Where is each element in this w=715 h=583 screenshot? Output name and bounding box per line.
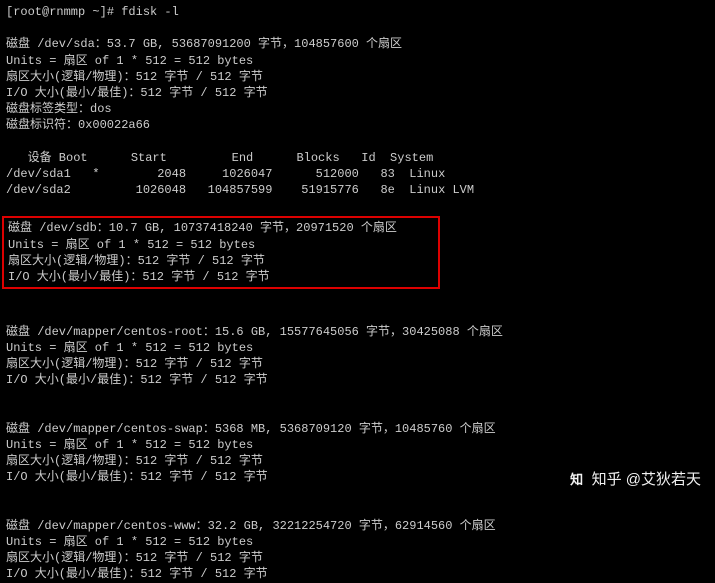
disk-sector-size: 扇区大小(逻辑/物理)：512 字节 / 512 字节: [6, 550, 709, 566]
highlighted-disk-sdb: 磁盘 /dev/sdb：10.7 GB, 10737418240 字节，2097…: [2, 216, 440, 289]
disk-header: 磁盘 /dev/sdb：10.7 GB, 10737418240 字节，2097…: [8, 220, 434, 236]
disk-header: 磁盘 /dev/mapper/centos-root：15.6 GB, 1557…: [6, 324, 709, 340]
disk-block-mapper-root: 磁盘 /dev/mapper/centos-root：15.6 GB, 1557…: [6, 324, 709, 389]
blank-line: [6, 20, 709, 36]
disk-block-mapper-www: 磁盘 /dev/mapper/centos-www：32.2 GB, 32212…: [6, 518, 709, 583]
shell-prompt: [root@rnmmp ~]# fdisk -l: [6, 4, 709, 20]
partition-table: 设备 Boot Start End Blocks Id System /dev/…: [6, 150, 709, 199]
disk-header: 磁盘 /dev/sda：53.7 GB, 53687091200 字节，1048…: [6, 36, 709, 52]
blank-line: [6, 198, 709, 214]
disk-header: 磁盘 /dev/mapper/centos-swap：5368 MB, 5368…: [6, 421, 709, 437]
disk-sector-size: 扇区大小(逻辑/物理)：512 字节 / 512 字节: [6, 356, 709, 372]
blank-line: [6, 307, 709, 323]
blank-line: [6, 405, 709, 421]
disk-sector-size: 扇区大小(逻辑/物理)：512 字节 / 512 字节: [6, 69, 709, 85]
watermark: 知 知乎 @艾狄若天: [568, 470, 701, 490]
blank-line: [6, 388, 709, 404]
disk-units: Units = 扇区 of 1 * 512 = 512 bytes: [6, 534, 709, 550]
disk-units: Units = 扇区 of 1 * 512 = 512 bytes: [6, 53, 709, 69]
disk-io-size: I/O 大小(最小/最佳)：512 字节 / 512 字节: [6, 85, 709, 101]
disk-units: Units = 扇区 of 1 * 512 = 512 bytes: [6, 340, 709, 356]
disk-io-size: I/O 大小(最小/最佳)：512 字节 / 512 字节: [8, 269, 434, 285]
partition-table-header: 设备 Boot Start End Blocks Id System: [6, 150, 709, 166]
partition-row-sda2: /dev/sda2 1026048 104857599 51915776 8e …: [6, 182, 709, 198]
partition-row-sda1: /dev/sda1 * 2048 1026047 512000 83 Linux: [6, 166, 709, 182]
disk-units: Units = 扇区 of 1 * 512 = 512 bytes: [8, 237, 434, 253]
disk-label-type: 磁盘标签类型：dos: [6, 101, 709, 117]
disk-units: Units = 扇区 of 1 * 512 = 512 bytes: [6, 437, 709, 453]
disk-sector-size: 扇区大小(逻辑/物理)：512 字节 / 512 字节: [8, 253, 434, 269]
disk-io-size: I/O 大小(最小/最佳)：512 字节 / 512 字节: [6, 566, 709, 582]
disk-io-size: I/O 大小(最小/最佳)：512 字节 / 512 字节: [6, 372, 709, 388]
zhihu-logo-icon: 知: [568, 471, 586, 489]
disk-block-sda: 磁盘 /dev/sda：53.7 GB, 53687091200 字节，1048…: [6, 36, 709, 133]
disk-header: 磁盘 /dev/mapper/centos-www：32.2 GB, 32212…: [6, 518, 709, 534]
watermark-text: 知乎 @艾狄若天: [592, 470, 701, 490]
disk-sector-size: 扇区大小(逻辑/物理)：512 字节 / 512 字节: [6, 453, 709, 469]
blank-line: [6, 502, 709, 518]
blank-line: [6, 291, 709, 307]
blank-line: [6, 134, 709, 150]
disk-identifier: 磁盘标识符：0x00022a66: [6, 117, 709, 133]
